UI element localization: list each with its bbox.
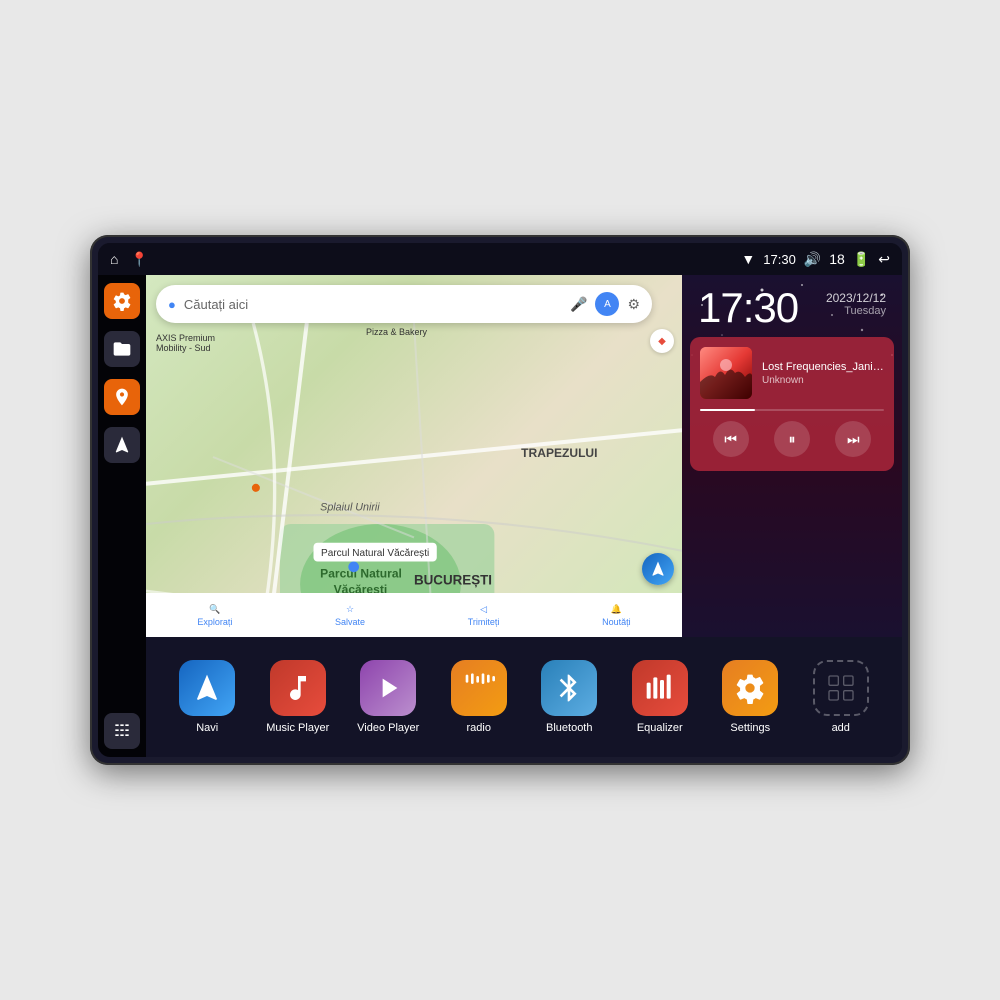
navi-label: Navi (196, 722, 218, 734)
music-player-label: Music Player (266, 722, 329, 734)
map-roads-svg: TRAPEZULUI BUCUREȘTI BUCUREȘTI SECTORUL … (146, 323, 682, 637)
map-explore-button[interactable]: 🔍 Explorați (197, 604, 232, 627)
map-compass[interactable]: ◆ (650, 329, 674, 353)
album-art (700, 347, 752, 399)
app-equalizer[interactable]: Equalizer (625, 660, 695, 734)
screen: ⌂ 📍 ▼ 17:30 🔊 18 🔋 ↩ (98, 243, 902, 757)
clock-weekday: Tuesday (826, 305, 886, 317)
status-time: 17:30 (763, 252, 796, 267)
car-display: ⌂ 📍 ▼ 17:30 🔊 18 🔋 ↩ (90, 235, 910, 765)
sidebar-item-navigation[interactable] (104, 427, 140, 463)
microphone-icon[interactable]: 🎤 (570, 296, 587, 313)
app-bluetooth[interactable]: Bluetooth (534, 660, 604, 734)
svg-text:BUCUREȘTI: BUCUREȘTI (414, 572, 492, 587)
battery-level: 18 (829, 251, 845, 267)
svg-text:TRAPEZULUI: TRAPEZULUI (521, 446, 597, 460)
clock-section: 17:30 2023/12/12 Tuesday (682, 275, 902, 337)
music-text: Lost Frequencies_Janie... Unknown (762, 361, 884, 386)
bluetooth-label: Bluetooth (546, 722, 592, 734)
map-news-button[interactable]: 🔔 Noutăți (602, 604, 631, 627)
app-add[interactable]: add (806, 660, 876, 734)
sidebar-item-maps[interactable] (104, 379, 140, 415)
app-navi[interactable]: Navi (172, 660, 242, 734)
map-settings-icon[interactable]: ⚙ (627, 296, 640, 313)
settings-label: Settings (730, 722, 770, 734)
svg-text:Splaiul Unirii: Splaiul Unirii (320, 502, 380, 514)
sidebar-item-apps[interactable] (104, 713, 140, 749)
wifi-icon: ▼ (741, 251, 755, 267)
media-panel: 17:30 2023/12/12 Tuesday (682, 275, 902, 637)
music-info: Lost Frequencies_Janie... Unknown (700, 347, 884, 399)
video-player-icon (360, 660, 416, 716)
back-icon[interactable]: ↩ (878, 251, 890, 268)
clock-date: 2023/12/12 Tuesday (826, 287, 886, 317)
music-section: Lost Frequencies_Janie... Unknown ⏮ ⏸ ⏭ (690, 337, 894, 471)
svg-text:Parcul Natural Văcărești: Parcul Natural Văcărești (321, 548, 429, 559)
music-title: Lost Frequencies_Janie... (762, 361, 884, 373)
clock-year-date: 2023/12/12 (826, 291, 886, 305)
music-progress-bar[interactable] (700, 409, 884, 411)
app-radio[interactable]: radio (444, 660, 514, 734)
radio-icon (451, 660, 507, 716)
add-label: add (832, 722, 850, 734)
app-settings[interactable]: Settings (715, 660, 785, 734)
equalizer-icon (632, 660, 688, 716)
svg-text:Parcul Natural: Parcul Natural (320, 567, 402, 581)
user-avatar[interactable]: A (595, 292, 619, 316)
music-next-button[interactable]: ⏭ (835, 421, 871, 457)
add-icon (813, 660, 869, 716)
music-controls: ⏮ ⏸ ⏭ (700, 417, 884, 461)
map-search-bar[interactable]: ● Căutați aici 🎤 A ⚙ (156, 285, 652, 323)
map-bottom-bar: 🔍 Explorați ☆ Salvate ◁ Trimiteți (146, 593, 682, 637)
content-area: TRAPEZULUI BUCUREȘTI BUCUREȘTI SECTORUL … (146, 275, 902, 757)
status-bar: ⌂ 📍 ▼ 17:30 🔊 18 🔋 ↩ (98, 243, 902, 275)
home-icon[interactable]: ⌂ (110, 251, 118, 267)
app-grid: Navi Music Player Video Pl (146, 637, 902, 757)
clock-display: 17:30 (698, 287, 798, 329)
radio-label: radio (467, 722, 491, 734)
map-share-button[interactable]: ◁ Trimiteți (468, 604, 500, 627)
map-pin-icon[interactable]: 📍 (130, 251, 147, 268)
navi-icon (179, 660, 235, 716)
google-maps-icon: ● (168, 297, 176, 312)
volume-icon: 🔊 (804, 251, 821, 268)
map-saved-button[interactable]: ☆ Salvate (335, 604, 365, 627)
map-search-text[interactable]: Căutați aici (184, 297, 562, 312)
music-pause-button[interactable]: ⏸ (774, 421, 810, 457)
main-area: TRAPEZULUI BUCUREȘTI BUCUREȘTI SECTORUL … (98, 275, 902, 757)
top-section: TRAPEZULUI BUCUREȘTI BUCUREȘTI SECTORUL … (146, 275, 902, 637)
bluetooth-icon (541, 660, 597, 716)
battery-icon: 🔋 (853, 251, 870, 268)
video-player-label: Video Player (357, 722, 419, 734)
music-player-icon (270, 660, 326, 716)
app-video-player[interactable]: Video Player (353, 660, 423, 734)
music-progress-fill (700, 409, 755, 411)
sidebar-item-settings[interactable] (104, 283, 140, 319)
settings-app-icon (722, 660, 778, 716)
app-music-player[interactable]: Music Player (263, 660, 333, 734)
equalizer-label: Equalizer (637, 722, 683, 734)
map-navigate-fab[interactable] (642, 553, 674, 585)
music-prev-button[interactable]: ⏮ (713, 421, 749, 457)
sidebar-item-files[interactable] (104, 331, 140, 367)
map-area[interactable]: TRAPEZULUI BUCUREȘTI BUCUREȘTI SECTORUL … (146, 275, 682, 637)
music-artist: Unknown (762, 375, 884, 386)
map-background: TRAPEZULUI BUCUREȘTI BUCUREȘTI SECTORUL … (146, 275, 682, 637)
sidebar (98, 275, 146, 757)
